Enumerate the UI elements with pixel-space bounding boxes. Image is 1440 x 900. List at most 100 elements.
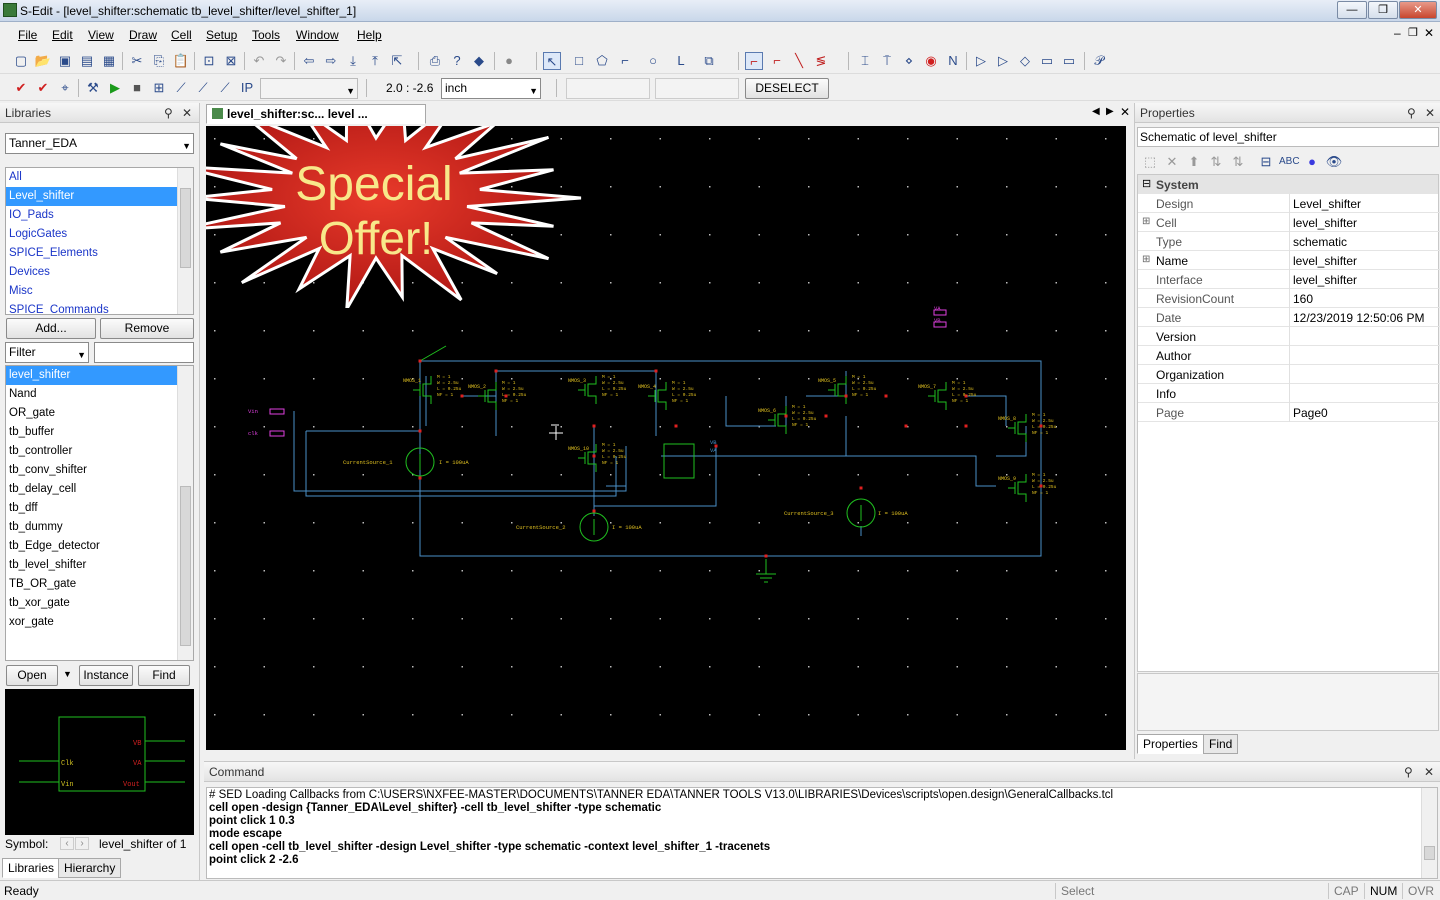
library-item[interactable]: LogicGates bbox=[6, 225, 193, 244]
menu-edit[interactable]: Edit bbox=[52, 28, 73, 42]
mdi-minimize-icon[interactable]: – bbox=[1394, 26, 1401, 40]
color-icon[interactable]: ● bbox=[1303, 153, 1321, 171]
expand-icon[interactable]: ⊞ bbox=[1142, 216, 1150, 227]
out-port-icon[interactable]: ▷ bbox=[994, 52, 1012, 70]
open-icon[interactable]: 📂 bbox=[34, 52, 52, 70]
other-port-icon[interactable]: ▭ bbox=[1038, 52, 1056, 70]
paste-icon[interactable]: 📋 bbox=[172, 52, 190, 70]
menu-setup[interactable]: Setup bbox=[206, 28, 237, 42]
tab-libraries[interactable]: Libraries bbox=[2, 858, 61, 878]
group-system[interactable]: ⊟ System bbox=[1138, 175, 1438, 194]
cell-item[interactable]: tb_controller bbox=[6, 442, 193, 461]
cell-item[interactable]: tb_xor_gate bbox=[6, 594, 193, 613]
select-arrow-icon[interactable]: ↖ bbox=[543, 52, 561, 70]
goto-icon[interactable]: ⇱ bbox=[388, 52, 406, 70]
cell-item[interactable]: xor_gate bbox=[6, 613, 193, 632]
tab-prev-icon[interactable]: ◀ bbox=[1092, 106, 1100, 117]
new-icon[interactable]: ▢ bbox=[12, 52, 30, 70]
cell-item[interactable]: Nand bbox=[6, 385, 193, 404]
cell-item[interactable]: tb_dff bbox=[6, 499, 193, 518]
mdi-close-icon[interactable]: ✕ bbox=[1424, 26, 1434, 40]
check-icon-2[interactable]: ✔ bbox=[34, 79, 52, 97]
property-value[interactable]: schematic bbox=[1293, 235, 1347, 249]
push-into-icon[interactable]: ⤓ bbox=[344, 52, 362, 70]
toolbar-combo-1[interactable]: ▼ bbox=[260, 78, 358, 99]
symbol-next-icon[interactable]: › bbox=[75, 837, 89, 850]
sort-icon-1[interactable]: ⇅ bbox=[1207, 153, 1225, 171]
menu-window[interactable]: Window bbox=[296, 28, 339, 42]
in-port-icon[interactable]: ▷ bbox=[972, 52, 990, 70]
property-value[interactable]: level_shifter bbox=[1293, 216, 1357, 230]
instance-button[interactable]: Instance bbox=[79, 665, 133, 686]
cell-item[interactable]: tb_dummy bbox=[6, 518, 193, 537]
zoom-box-icon[interactable]: ⊠ bbox=[222, 52, 240, 70]
mdi-restore-icon[interactable]: ❐ bbox=[1408, 26, 1418, 39]
wire-icon[interactable]: ⌐ bbox=[745, 52, 763, 70]
pane-close-icon[interactable]: ✕ bbox=[182, 106, 192, 120]
pop-out-icon[interactable]: ⤒ bbox=[366, 52, 384, 70]
property-value[interactable]: 160 bbox=[1293, 292, 1313, 306]
probe-red-icon[interactable]: ◉ bbox=[922, 52, 940, 70]
property-row[interactable]: Info bbox=[1138, 384, 1440, 403]
property-value[interactable]: Page0 bbox=[1293, 406, 1328, 420]
redo-icon[interactable]: ↷ bbox=[272, 52, 290, 70]
property-row[interactable]: RevisionCount 160 bbox=[1138, 289, 1440, 308]
close-button[interactable]: ✕ bbox=[1399, 1, 1437, 19]
back-icon[interactable]: ⇦ bbox=[300, 52, 318, 70]
copy-icon[interactable]: ⎘ bbox=[150, 52, 168, 70]
bus-wire-icon[interactable]: ⌐ bbox=[768, 52, 786, 70]
sim-icon-4[interactable]: ⟋ bbox=[216, 79, 234, 97]
tab-properties[interactable]: Properties bbox=[1137, 734, 1204, 754]
layers-icon[interactable]: ◆ bbox=[470, 52, 488, 70]
library-select[interactable]: Tanner_EDA ▼ bbox=[5, 133, 194, 154]
save-all-icon[interactable]: ▤ bbox=[78, 52, 96, 70]
diag-wire-icon[interactable]: ╲ bbox=[790, 52, 808, 70]
save-icon[interactable]: ▣ bbox=[56, 52, 74, 70]
help-icon[interactable]: ? bbox=[448, 52, 466, 70]
alphabetical-icon[interactable]: ABC bbox=[1279, 153, 1300, 171]
remove-library-button[interactable]: Remove bbox=[100, 318, 194, 339]
property-value[interactable]: level_shifter bbox=[1293, 273, 1357, 287]
property-row[interactable]: Organization bbox=[1138, 365, 1440, 384]
cell-item[interactable]: tb_buffer bbox=[6, 423, 193, 442]
bus-icon[interactable]: ≶ bbox=[812, 52, 830, 70]
menu-draw[interactable]: Draw bbox=[129, 28, 157, 42]
new-property-icon[interactable]: ⬚ bbox=[1141, 153, 1159, 171]
filter-select[interactable]: Filter ▼ bbox=[5, 342, 89, 363]
pane-close-icon[interactable]: ✕ bbox=[1425, 106, 1435, 120]
port-icon[interactable]: ⌶ bbox=[856, 52, 874, 70]
cell-item[interactable]: tb_conv_shifter bbox=[6, 461, 193, 480]
probe-icon[interactable]: ● bbox=[500, 52, 518, 70]
filter-input[interactable] bbox=[94, 342, 194, 363]
library-item[interactable]: Level_shifter bbox=[6, 187, 193, 206]
property-row[interactable]: Version bbox=[1138, 327, 1440, 346]
schematic-canvas[interactable]: CurrentSource_1 I = 100uA CurrentSource_… bbox=[206, 126, 1126, 750]
move-up-icon[interactable]: ⬆ bbox=[1185, 153, 1203, 171]
circle-icon[interactable]: ○ bbox=[644, 52, 662, 70]
tab-find[interactable]: Find bbox=[1203, 734, 1239, 754]
tab-document[interactable]: level_shifter:sc... level ... bbox=[206, 104, 426, 124]
sim-icon-2[interactable]: ⟋ bbox=[172, 79, 190, 97]
instance-icon[interactable]: ⧉ bbox=[700, 52, 718, 70]
net-label-icon[interactable]: ⍑ bbox=[878, 52, 896, 70]
library-item[interactable]: All bbox=[6, 168, 193, 187]
collapse-icon[interactable]: ⊟ bbox=[1142, 177, 1151, 190]
command-log[interactable]: # SED Loading Callbacks from C:\USERS\NX… bbox=[206, 787, 1438, 879]
minimize-button[interactable]: — bbox=[1337, 1, 1367, 19]
library-list[interactable]: All Level_shifter IO_Pads LogicGates SPICE_E… bbox=[5, 167, 194, 315]
property-value[interactable]: Level_shifter bbox=[1293, 197, 1361, 211]
library-item[interactable]: Devices bbox=[6, 263, 193, 282]
expand-icon[interactable]: ⊞ bbox=[1142, 254, 1150, 265]
polygon-icon[interactable]: ⬠ bbox=[593, 52, 611, 70]
run-icon[interactable]: ▶ bbox=[106, 79, 124, 97]
deselect-button[interactable]: DESELECT bbox=[745, 78, 829, 99]
path-icon[interactable]: ⌐ bbox=[616, 52, 634, 70]
zoom-fit-icon[interactable]: ⊡ bbox=[200, 52, 218, 70]
menu-file[interactable]: File bbox=[18, 28, 37, 42]
connection-icon[interactable]: ⋄ bbox=[900, 52, 918, 70]
menu-cell[interactable]: Cell bbox=[171, 28, 192, 42]
library-item[interactable]: IO_Pads bbox=[6, 206, 193, 225]
unit-select[interactable]: inch ▼ bbox=[441, 78, 541, 99]
add-library-button[interactable]: Add... bbox=[6, 318, 96, 339]
cell-item[interactable]: tb_Edge_detector bbox=[6, 537, 193, 556]
